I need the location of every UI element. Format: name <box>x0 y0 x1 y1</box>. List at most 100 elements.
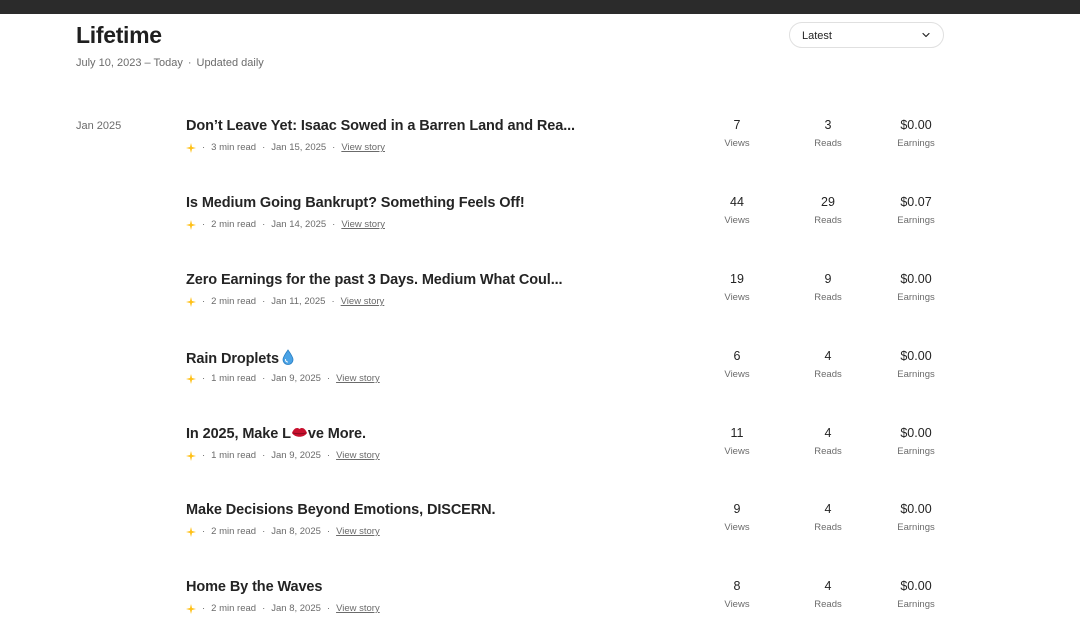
earnings-amount: $0.00 <box>900 502 932 516</box>
reads-label: Reads <box>814 215 842 226</box>
browser-top-bar <box>0 0 1080 14</box>
dot-separator: · <box>326 603 331 614</box>
read-time: 2 min read <box>211 219 257 230</box>
dot-separator: · <box>332 219 336 230</box>
dot-separator: · <box>326 373 331 384</box>
earnings-stat: $0.07 Earnings <box>886 195 946 226</box>
earnings-amount: $0.00 <box>900 579 932 593</box>
story-title[interactable]: Don’t Leave Yet: Isaac Sowed in a Barren… <box>186 118 575 134</box>
views-count: 11 <box>730 426 744 440</box>
dot-separator: · <box>202 142 206 153</box>
dot-separator: · <box>331 296 335 307</box>
story-title[interactable]: Is Medium Going Bankrupt? Something Feel… <box>186 195 525 211</box>
member-star-icon <box>186 450 196 461</box>
dot-separator: · <box>202 296 206 307</box>
publish-date: Jan 8, 2025 <box>271 526 321 537</box>
view-story-link[interactable]: View story <box>336 373 380 384</box>
story-meta: · 2 min read · Jan 11, 2025 · View story <box>186 296 390 307</box>
view-story-link[interactable]: View story <box>336 526 380 537</box>
earnings-label: Earnings <box>897 599 935 610</box>
earnings-label: Earnings <box>897 292 935 303</box>
story-title[interactable]: Zero Earnings for the past 3 Days. Mediu… <box>186 272 563 288</box>
member-star-icon <box>186 526 196 537</box>
read-time: 1 min read <box>211 450 257 461</box>
views-count: 6 <box>733 349 741 363</box>
sort-select[interactable]: Latest <box>789 22 944 48</box>
views-label: Views <box>724 446 750 457</box>
story-title[interactable]: Home By the Waves <box>186 579 322 595</box>
earnings-stat: $0.00 Earnings <box>886 272 946 303</box>
view-story-link[interactable]: View story <box>336 450 380 461</box>
earnings-stat: $0.00 Earnings <box>886 502 946 533</box>
story-row: In 2025, Make L ve More. · 1 min read · J… <box>0 426 1080 486</box>
reads-stat: 4 Reads <box>798 502 858 533</box>
earnings-stat: $0.00 Earnings <box>886 349 946 380</box>
reads-count: 4 <box>824 579 832 593</box>
reads-count: 3 <box>824 118 832 132</box>
read-time: 2 min read <box>211 526 257 537</box>
view-story-link[interactable]: View story <box>341 142 385 153</box>
views-stat: 44 Views <box>707 195 767 226</box>
story-title-text-end: ve More. <box>307 426 366 442</box>
views-stat: 11 Views <box>707 426 767 457</box>
views-label: Views <box>724 292 750 303</box>
earnings-stat: $0.00 Earnings <box>886 118 946 149</box>
earnings-amount: $0.00 <box>900 272 932 286</box>
reads-count: 4 <box>824 426 832 440</box>
story-title[interactable]: In 2025, Make L ve More. <box>186 426 366 442</box>
page-title: Lifetime <box>76 22 162 48</box>
dot-separator: · <box>262 373 266 384</box>
views-count: 8 <box>733 579 741 593</box>
dot-separator: · <box>202 603 206 614</box>
story-title-text-start: In 2025, Make L <box>186 426 291 442</box>
dot-separator: · <box>326 526 331 537</box>
reads-label: Reads <box>814 292 842 303</box>
member-star-icon <box>186 603 196 614</box>
reads-stat: 3 Reads <box>798 118 858 149</box>
chevron-down-icon <box>922 32 930 38</box>
publish-date: Jan 14, 2025 <box>271 219 327 230</box>
dot-separator: · <box>326 450 331 461</box>
dot-separator: · <box>262 603 266 614</box>
reads-label: Reads <box>814 369 842 380</box>
view-story-link[interactable]: View story <box>336 603 380 614</box>
reads-label: Reads <box>814 522 842 533</box>
member-star-icon <box>186 219 196 230</box>
publish-date: Jan 9, 2025 <box>271 373 321 384</box>
story-row: Home By the Waves · 2 min read · Jan 8, … <box>0 579 1080 639</box>
member-star-icon <box>186 373 196 384</box>
story-title[interactable]: Rain Droplets <box>186 349 294 367</box>
views-count: 7 <box>733 118 741 132</box>
views-count: 9 <box>733 502 741 516</box>
views-label: Views <box>724 369 750 380</box>
views-stat: 19 Views <box>707 272 767 303</box>
reads-stat: 4 Reads <box>798 349 858 380</box>
publish-date: Jan 11, 2025 <box>271 296 326 307</box>
story-meta: · 2 min read · Jan 14, 2025 · View story <box>186 219 391 230</box>
member-star-icon <box>186 142 196 153</box>
story-title[interactable]: Make Decisions Beyond Emotions, DISCERN. <box>186 502 496 518</box>
date-range: July 10, 2023 – Today <box>76 57 183 69</box>
story-row: Zero Earnings for the past 3 Days. Mediu… <box>0 272 1080 332</box>
reads-label: Reads <box>814 599 842 610</box>
earnings-label: Earnings <box>897 369 935 380</box>
view-story-link[interactable]: View story <box>341 296 385 307</box>
reads-count: 4 <box>824 349 832 363</box>
dot-separator: · <box>202 526 206 537</box>
earnings-label: Earnings <box>897 522 935 533</box>
reads-stat: 29 Reads <box>798 195 858 226</box>
read-time: 2 min read <box>211 296 257 307</box>
earnings-stat: $0.00 Earnings <box>886 426 946 457</box>
story-title-text: Rain Droplets <box>186 351 279 367</box>
earnings-label: Earnings <box>897 215 935 226</box>
view-story-link[interactable]: View story <box>341 219 385 230</box>
story-meta: · 3 min read · Jan 15, 2025 · View story <box>186 142 391 153</box>
views-count: 19 <box>730 272 744 286</box>
story-meta: · 1 min read · Jan 9, 2025 · View story <box>186 450 386 461</box>
story-meta: · 2 min read · Jan 8, 2025 · View story <box>186 603 386 614</box>
reads-count: 4 <box>824 502 832 516</box>
earnings-amount: $0.00 <box>900 118 932 132</box>
views-count: 44 <box>730 195 744 209</box>
read-time: 2 min read <box>211 603 257 614</box>
dot-separator: · <box>262 296 266 307</box>
